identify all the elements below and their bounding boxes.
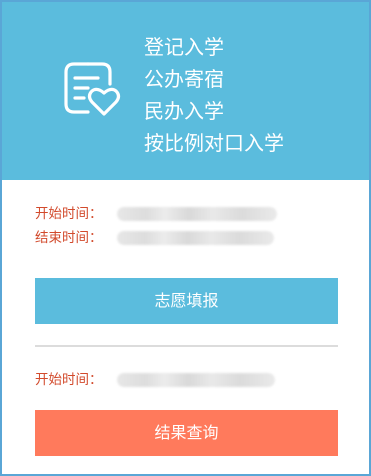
card-header: 登记入学 公办寄宿 民办入学 按比例对口入学 — [2, 2, 369, 180]
enrollment-type-registered: 登记入学 — [144, 35, 224, 59]
results-query-button[interactable]: 结果查询 — [35, 410, 338, 456]
form-heart-icon — [64, 62, 121, 116]
enrollment-type-proportional: 按比例对口入学 — [144, 131, 284, 155]
results-start-row: 开始时间： — [35, 370, 275, 390]
enrollment-type-private: 民办入学 — [144, 99, 224, 123]
results-start-label: 开始时间： — [35, 372, 103, 388]
enrollment-card: 登记入学 公办寄宿 民办入学 按比例对口入学 开始时间： 结束时间： 志愿填报 … — [0, 0, 371, 476]
enrollment-type-list: 登记入学 公办寄宿 民办入学 按比例对口入学 — [144, 31, 284, 159]
enrollment-type-public-boarding: 公办寄宿 — [144, 67, 224, 91]
registration-end-row: 结束时间： — [35, 228, 274, 248]
redacted-results-time — [117, 373, 275, 387]
application-fill-button[interactable]: 志愿填报 — [35, 278, 338, 324]
registration-start-row: 开始时间： — [35, 204, 277, 224]
redacted-start-time — [117, 207, 277, 221]
section-divider — [35, 345, 338, 347]
registration-end-label: 结束时间： — [35, 230, 103, 246]
redacted-end-time — [117, 231, 274, 245]
registration-start-label: 开始时间： — [35, 206, 103, 222]
